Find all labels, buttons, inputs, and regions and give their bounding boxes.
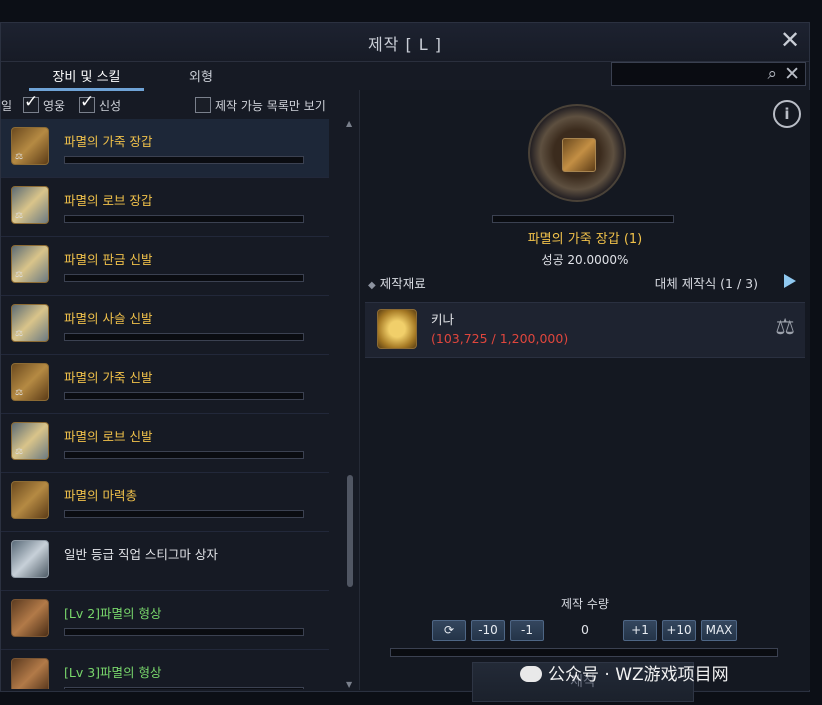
tab-equipment-skills[interactable]: 장비 및 스킬 [29, 66, 144, 88]
item-name: 파멸의 가죽 신발 [64, 370, 153, 385]
item-progress [64, 156, 304, 164]
minus-1-button[interactable]: -1 [510, 620, 544, 641]
craftable-only-checkbox[interactable] [195, 97, 211, 113]
hero-label: 영웅 [43, 99, 66, 113]
box-icon [11, 540, 49, 578]
boots-icon: ⚖ [11, 245, 49, 283]
scroll-down-icon[interactable]: ▼ [346, 680, 352, 689]
success-rate: 성공 20.0000% [541, 253, 629, 267]
item-name: [Lv 3]파멸의 형상 [64, 665, 162, 680]
item-name: 파멸의 판금 신발 [64, 252, 153, 267]
gloves-icon: ⚖ [11, 127, 49, 165]
crafting-window: 제작 [ L ] ✕ 장비 및 스킬 외형 ⌕ ✕ 일 영웅 신성 제작 가능 … [0, 22, 810, 702]
item-name: 파멸의 가죽 장갑 [64, 134, 153, 149]
tab-appearance[interactable]: 외형 [161, 66, 241, 88]
item-progress [64, 274, 304, 282]
list-item[interactable]: 일반 등급 직업 스티그마 상자 [1, 532, 329, 591]
filter-legend[interactable]: 신성 [79, 92, 122, 115]
materials-header-label: 제작재료 [379, 276, 426, 291]
search-box: ⌕ ✕ [611, 62, 806, 86]
list-item[interactable]: ⚖ 파멸의 가죽 장갑 [1, 119, 329, 178]
item-progress [64, 628, 304, 636]
material-row[interactable]: 키나 (103,725 / 1,200,000) ⚖ [365, 302, 805, 358]
item-name: 파멸의 마력총 [64, 488, 137, 503]
watermark-text: 公众号 · WZ游戏项目网 [548, 665, 729, 685]
quantity-bar [390, 648, 778, 657]
hero-checkbox[interactable] [23, 92, 39, 113]
scroll-icon [11, 599, 49, 637]
item-progress [64, 392, 304, 400]
scroll-thumb[interactable] [347, 475, 353, 587]
gloves-icon: ⚖ [11, 186, 49, 224]
filter-craftable-only[interactable]: 제작 가능 목록만 보기 [195, 97, 326, 115]
wechat-icon [520, 666, 542, 682]
item-name: [Lv 2]파멸의 형상 [64, 606, 162, 621]
watermark: 公众号 · WZ游戏项目网 [520, 660, 729, 685]
quantity-value[interactable]: 0 [565, 622, 605, 637]
kinah-coin-icon [377, 309, 417, 349]
item-name: 일반 등급 직업 스티그마 상자 [64, 547, 218, 562]
craft-emblem [528, 104, 626, 202]
filter-bar: 일 영웅 신성 제작 가능 목록만 보기 [1, 92, 356, 117]
list-item[interactable]: [Lv 2]파멸의 형상 [1, 591, 329, 650]
material-name: 키나 [431, 312, 455, 327]
active-tab-indicator [29, 88, 144, 91]
recipe-detail: i 파멸의 가죽 장갑 (1) 성공 20.0000% ◆ 제작재료 대체 제작식… [359, 90, 810, 702]
item-progress [64, 510, 304, 518]
alt-recipe-label: 대체 제작식 (1 / 3) [654, 276, 758, 291]
material-count: (103,725 / 1,200,000) [431, 331, 569, 346]
clear-icon[interactable]: ✕ [784, 63, 800, 85]
list-item[interactable]: ⚖ 파멸의 로브 신발 [1, 414, 329, 473]
gun-icon [11, 481, 49, 519]
minus-10-button[interactable]: -10 [471, 620, 505, 641]
search-icon[interactable]: ⌕ [767, 64, 777, 84]
max-button[interactable]: MAX [701, 620, 737, 641]
diamond-icon: ◆ [368, 280, 376, 291]
recipe-list: ⚖ 파멸의 가죽 장갑 ⚖ 파멸의 로브 장갑 ⚖ 파멸의 판금 신발 ⚖ 파멸… [1, 119, 344, 689]
item-progress [64, 333, 304, 341]
craft-item-name: 파멸의 가죽 장갑 (1) [527, 232, 643, 247]
search-input[interactable] [616, 65, 760, 85]
list-item[interactable]: ⚖ 파멸의 판금 신발 [1, 237, 329, 296]
boots-icon: ⚖ [11, 363, 49, 401]
item-name: 파멸의 로브 신발 [64, 429, 153, 444]
craftable-only-label: 제작 가능 목록만 보기 [215, 99, 326, 113]
tab-bar: 장비 및 스킬 외형 [1, 62, 356, 91]
materials-header: ◆ 제작재료 [368, 273, 426, 292]
quantity-label: 제작 수량 [561, 597, 609, 611]
scale-icon[interactable]: ⚖ [775, 315, 795, 340]
list-item[interactable]: ⚖ 파멸의 로브 장갑 [1, 178, 329, 237]
item-name: 파멸의 로브 장갑 [64, 193, 153, 208]
next-recipe-arrow-icon[interactable] [784, 274, 796, 288]
scroll-up-icon[interactable]: ▲ [346, 119, 352, 128]
reset-quantity-button[interactable]: ⟳ [432, 620, 466, 641]
close-icon[interactable]: ✕ [777, 27, 803, 53]
filter-hero[interactable]: 영웅 [23, 92, 66, 115]
boots-icon: ⚖ [11, 304, 49, 342]
legend-checkbox[interactable] [79, 92, 95, 113]
list-item[interactable]: ⚖ 파멸의 사슬 신발 [1, 296, 329, 355]
list-scrollbar[interactable]: ▲ ▼ [344, 119, 356, 689]
plus-10-button[interactable]: +10 [662, 620, 696, 641]
filter-partial-label: 일 [1, 99, 13, 113]
craft-progress [492, 215, 674, 223]
item-progress [64, 451, 304, 459]
list-item[interactable]: [Lv 3]파멸의 형상 [1, 650, 329, 689]
item-name: 파멸의 사슬 신발 [64, 311, 153, 326]
item-progress [64, 215, 304, 223]
info-icon[interactable]: i [773, 100, 801, 128]
gloves-icon [562, 138, 596, 172]
boots-icon: ⚖ [11, 422, 49, 460]
scroll-icon [11, 658, 49, 689]
window-title: 제작 [ L ] [367, 35, 443, 54]
title-bar[interactable]: 제작 [ L ] ✕ [1, 23, 809, 62]
plus-1-button[interactable]: +1 [623, 620, 657, 641]
list-item[interactable]: 파멸의 마력총 [1, 473, 329, 532]
legend-label: 신성 [99, 99, 122, 113]
list-item[interactable]: ⚖ 파멸의 가죽 신발 [1, 355, 329, 414]
item-progress [64, 687, 304, 689]
